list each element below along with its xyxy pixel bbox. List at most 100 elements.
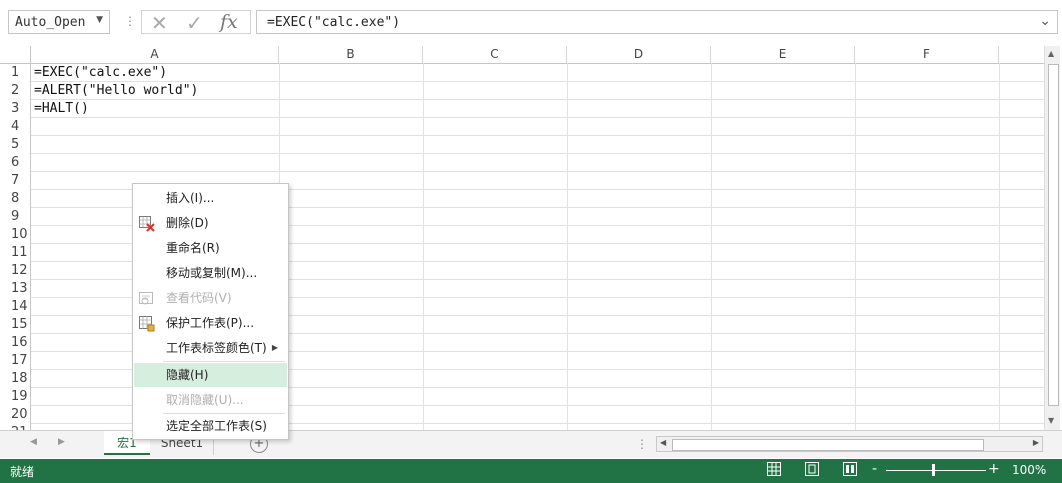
page-break-preview-icon[interactable]: [843, 462, 857, 476]
row-header[interactable]: 10: [0, 226, 31, 244]
formula-bar-separator: ⋮: [124, 14, 136, 28]
gridline: [31, 153, 1044, 154]
column-header-f[interactable]: F: [855, 46, 999, 63]
view-code-icon: [139, 291, 153, 305]
formula-buttons: ✕ ✓ fx: [141, 10, 251, 35]
gridline: [855, 63, 856, 430]
gridline: [31, 99, 1044, 100]
column-header-e[interactable]: E: [711, 46, 855, 63]
sheet-tab-context-menu: 插入(I)... 删除(D) 重命名(R) 移动或复制(M)... 查看代码(V…: [132, 183, 289, 440]
scroll-up-icon[interactable]: ▲: [1048, 49, 1054, 58]
row-header[interactable]: 6: [0, 154, 31, 172]
vertical-scrollbar[interactable]: ▲ ▼: [1044, 46, 1060, 430]
tab-splitter[interactable]: ⋮: [636, 437, 648, 451]
horizontal-scrollbar[interactable]: ◀ ▶: [656, 436, 1043, 452]
zoom-out-button[interactable]: -: [872, 461, 877, 477]
menu-item-tab-color[interactable]: 工作表标签颜色(T) ▶: [134, 336, 287, 360]
select-all-corner[interactable]: [0, 46, 31, 63]
row-header[interactable]: 14: [0, 298, 31, 316]
row-header[interactable]: 2: [0, 82, 31, 100]
column-header-b[interactable]: B: [279, 46, 423, 63]
menu-item-label: 选定全部工作表(S): [166, 419, 267, 433]
formula-bar: Auto_Open ▼ ⋮ ✕ ✓ fx =EXEC("calc.exe") ⌄: [0, 0, 1062, 44]
gridline: [31, 81, 1044, 82]
row-header[interactable]: 15: [0, 316, 31, 334]
formula-text: =EXEC("calc.exe"): [267, 15, 401, 30]
gridline: [567, 63, 568, 430]
delete-sheet-icon: [139, 216, 155, 232]
row-header[interactable]: 9: [0, 208, 31, 226]
menu-item-select-all-sheets[interactable]: 选定全部工作表(S): [134, 414, 287, 438]
menu-item-rename[interactable]: 重命名(R): [134, 236, 287, 260]
name-box-value: Auto_Open: [15, 15, 86, 30]
column-header-a[interactable]: A: [31, 46, 279, 63]
menu-item-insert[interactable]: 插入(I)...: [134, 186, 287, 210]
status-ready-text: 就绪: [10, 465, 35, 479]
menu-item-label: 隐藏(H): [166, 368, 209, 382]
menu-item-label: 移动或复制(M)...: [166, 266, 258, 280]
row-header[interactable]: 3: [0, 100, 31, 118]
menu-item-label: 删除(D): [166, 216, 209, 230]
tab-scroll-right-icon[interactable]: ▶: [58, 437, 65, 447]
row-header[interactable]: 17: [0, 352, 31, 370]
cell-a2[interactable]: =ALERT("Hello world"): [34, 82, 198, 100]
cell-a1[interactable]: =EXEC("calc.exe"): [34, 64, 167, 82]
horizontal-scroll-thumb[interactable]: [672, 439, 984, 451]
page-layout-view-icon[interactable]: [805, 462, 819, 476]
formula-input[interactable]: =EXEC("calc.exe") ⌄: [256, 10, 1058, 34]
gridline: [31, 117, 1044, 118]
menu-item-hide[interactable]: 隐藏(H): [134, 363, 287, 387]
menu-item-label: 取消隐藏(U)...: [166, 393, 244, 407]
row-header[interactable]: 1: [0, 64, 31, 82]
zoom-slider-knob[interactable]: [932, 464, 935, 476]
menu-item-view-code[interactable]: 查看代码(V): [134, 286, 287, 310]
zoom-in-button[interactable]: +: [988, 461, 1000, 477]
chevron-down-icon[interactable]: ▼: [96, 15, 103, 25]
gridline: [31, 135, 1044, 136]
menu-item-move-copy[interactable]: 移动或复制(M)...: [134, 261, 287, 285]
gridline: [423, 63, 424, 430]
column-header-c[interactable]: C: [423, 46, 567, 63]
scroll-right-icon[interactable]: ▶: [1033, 438, 1039, 447]
row-header[interactable]: 11: [0, 244, 31, 262]
zoom-level[interactable]: 100%: [1012, 463, 1046, 477]
gridline: [711, 63, 712, 430]
status-bar: 就绪 - + 100%: [0, 459, 1062, 483]
menu-item-label: 查看代码(V): [166, 291, 232, 305]
menu-item-label: 插入(I)...: [166, 191, 215, 205]
name-box[interactable]: Auto_Open ▼: [8, 10, 110, 34]
submenu-arrow-icon: ▶: [271, 343, 278, 352]
column-header-d[interactable]: D: [567, 46, 711, 63]
row-header[interactable]: 4: [0, 118, 31, 136]
column-header-row: A B C D E F: [0, 46, 1044, 64]
normal-view-icon[interactable]: [767, 462, 781, 476]
row-header[interactable]: 18: [0, 370, 31, 388]
enter-icon[interactable]: ✓: [186, 11, 203, 35]
row-header[interactable]: 8: [0, 190, 31, 208]
tab-scroll-left-icon[interactable]: ◀: [30, 437, 37, 447]
scroll-down-icon[interactable]: ▼: [1048, 416, 1054, 425]
expand-formula-icon[interactable]: ⌄: [1039, 13, 1051, 29]
row-header[interactable]: 7: [0, 172, 31, 190]
row-header[interactable]: 19: [0, 388, 31, 406]
menu-separator: [163, 361, 285, 362]
function-icon[interactable]: fx: [220, 11, 238, 33]
menu-item-unhide[interactable]: 取消隐藏(U)...: [134, 388, 287, 412]
gridline: [31, 171, 1044, 172]
row-header[interactable]: 12: [0, 262, 31, 280]
menu-item-protect-sheet[interactable]: 保护工作表(P)...: [134, 311, 287, 335]
vertical-scroll-thumb[interactable]: [1048, 64, 1059, 406]
cell-a3[interactable]: =HALT(): [34, 100, 89, 118]
menu-item-label: 保护工作表(P)...: [166, 316, 255, 330]
row-header[interactable]: 16: [0, 334, 31, 352]
protect-sheet-icon: [139, 316, 155, 332]
row-header[interactable]: 20: [0, 406, 31, 424]
cancel-icon[interactable]: ✕: [151, 11, 168, 35]
zoom-slider[interactable]: [886, 470, 986, 471]
scroll-left-icon[interactable]: ◀: [660, 438, 666, 447]
menu-item-label: 工作表标签颜色(T): [166, 341, 267, 355]
column-header-g[interactable]: [999, 46, 1044, 63]
row-header[interactable]: 5: [0, 136, 31, 154]
row-header[interactable]: 13: [0, 280, 31, 298]
menu-item-delete[interactable]: 删除(D): [134, 211, 287, 235]
